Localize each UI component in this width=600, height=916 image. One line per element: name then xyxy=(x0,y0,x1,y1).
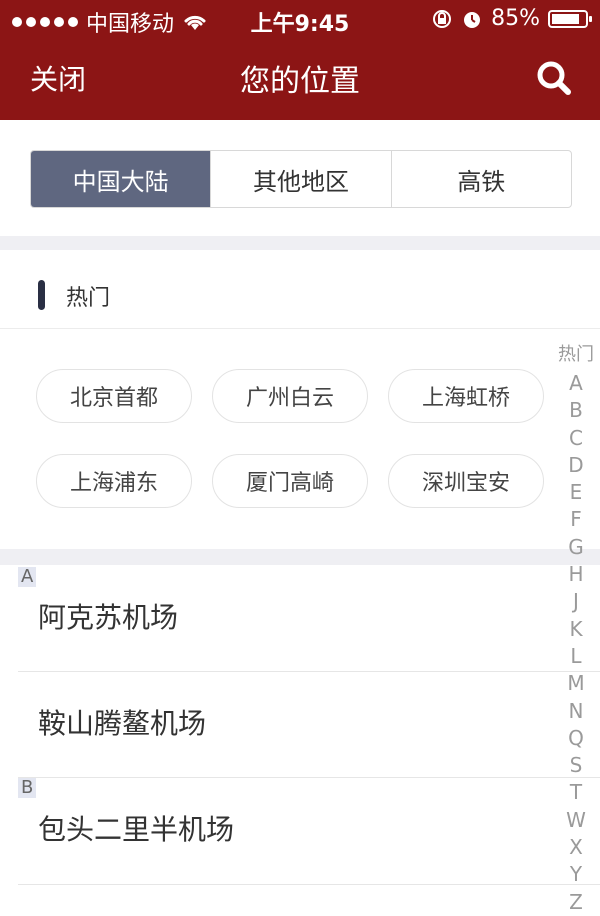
index-item-f[interactable]: F xyxy=(570,506,582,533)
nav-bar: 关闭 您的位置 xyxy=(0,40,600,120)
battery-percent: 85% xyxy=(491,6,540,31)
hot-marker-bar xyxy=(38,280,45,310)
index-item-j[interactable]: J xyxy=(573,588,579,615)
hot-airport-chip[interactable]: 厦门高崎 xyxy=(212,454,368,508)
index-item-e[interactable]: E xyxy=(570,479,583,506)
airport-name: 包头二里半机场 xyxy=(38,813,235,846)
segmented-control: 中国大陆 其他地区 高铁 xyxy=(30,150,572,208)
index-item-n[interactable]: N xyxy=(569,698,584,725)
index-item-x[interactable]: X xyxy=(569,834,583,861)
index-item-c[interactable]: C xyxy=(569,425,583,452)
index-item-m[interactable]: M xyxy=(567,670,584,697)
hot-airport-chip[interactable]: 上海浦东 xyxy=(36,454,192,508)
index-item-z[interactable]: Z xyxy=(569,889,583,916)
list-divider xyxy=(18,884,600,885)
region-switcher: 中国大陆 其他地区 高铁 xyxy=(0,120,600,236)
segment-high-speed-rail[interactable]: 高铁 xyxy=(392,151,571,207)
index-item-s[interactable]: S xyxy=(570,752,583,779)
status-bar: 中国移动 上午9:45 85% xyxy=(0,0,600,40)
status-right: 85% xyxy=(431,6,592,31)
hot-airport-chip[interactable]: 北京首都 xyxy=(36,369,192,423)
rotation-lock-icon xyxy=(433,9,452,28)
airport-list-item[interactable]: 鞍山腾鳌机场 xyxy=(0,672,600,778)
index-item-t[interactable]: T xyxy=(570,779,582,806)
index-item-y[interactable]: Y xyxy=(570,861,582,888)
index-item-a[interactable]: A xyxy=(569,370,583,397)
hot-section-header: 热门 xyxy=(0,250,600,329)
index-item-w[interactable]: W xyxy=(566,807,586,834)
airport-name: 阿克苏机场 xyxy=(38,601,179,634)
battery-icon xyxy=(548,9,592,28)
alphabet-index[interactable]: 热门 A B C D E F G H J K L M N Q S T W X Y… xyxy=(558,340,594,916)
index-item-k[interactable]: K xyxy=(569,616,582,643)
index-item-hot[interactable]: 热门 xyxy=(558,340,594,370)
hot-airport-chip[interactable]: 广州白云 xyxy=(212,369,368,423)
search-icon[interactable] xyxy=(534,58,574,98)
hot-section-title: 热门 xyxy=(66,286,111,311)
airport-list-item[interactable]: 阿克苏机场 xyxy=(0,566,600,672)
index-item-d[interactable]: D xyxy=(568,452,583,479)
index-item-b[interactable]: B xyxy=(569,397,583,424)
index-item-h[interactable]: H xyxy=(568,561,583,588)
section-separator xyxy=(0,549,600,565)
hot-airport-grid: 北京首都 广州白云 上海虹桥 上海浦东 厦门高崎 深圳宝安 xyxy=(0,329,600,549)
segment-mainland[interactable]: 中国大陆 xyxy=(31,151,212,207)
index-item-l[interactable]: L xyxy=(570,643,581,670)
segment-other-regions[interactable]: 其他地区 xyxy=(211,151,392,207)
alarm-icon xyxy=(464,11,481,28)
section-separator xyxy=(0,236,600,250)
airport-list-item[interactable]: 包头二里半机场 xyxy=(0,778,600,884)
index-item-q[interactable]: Q xyxy=(568,725,584,752)
hot-airport-chip[interactable]: 上海虹桥 xyxy=(388,369,544,423)
index-item-g[interactable]: G xyxy=(568,534,584,561)
top-bar: 中国移动 上午9:45 85% 关闭 您的位置 xyxy=(0,0,600,120)
airport-name: 鞍山腾鳌机场 xyxy=(38,707,207,740)
page-title: 您的位置 xyxy=(240,64,360,99)
hot-airport-chip[interactable]: 深圳宝安 xyxy=(388,454,544,508)
